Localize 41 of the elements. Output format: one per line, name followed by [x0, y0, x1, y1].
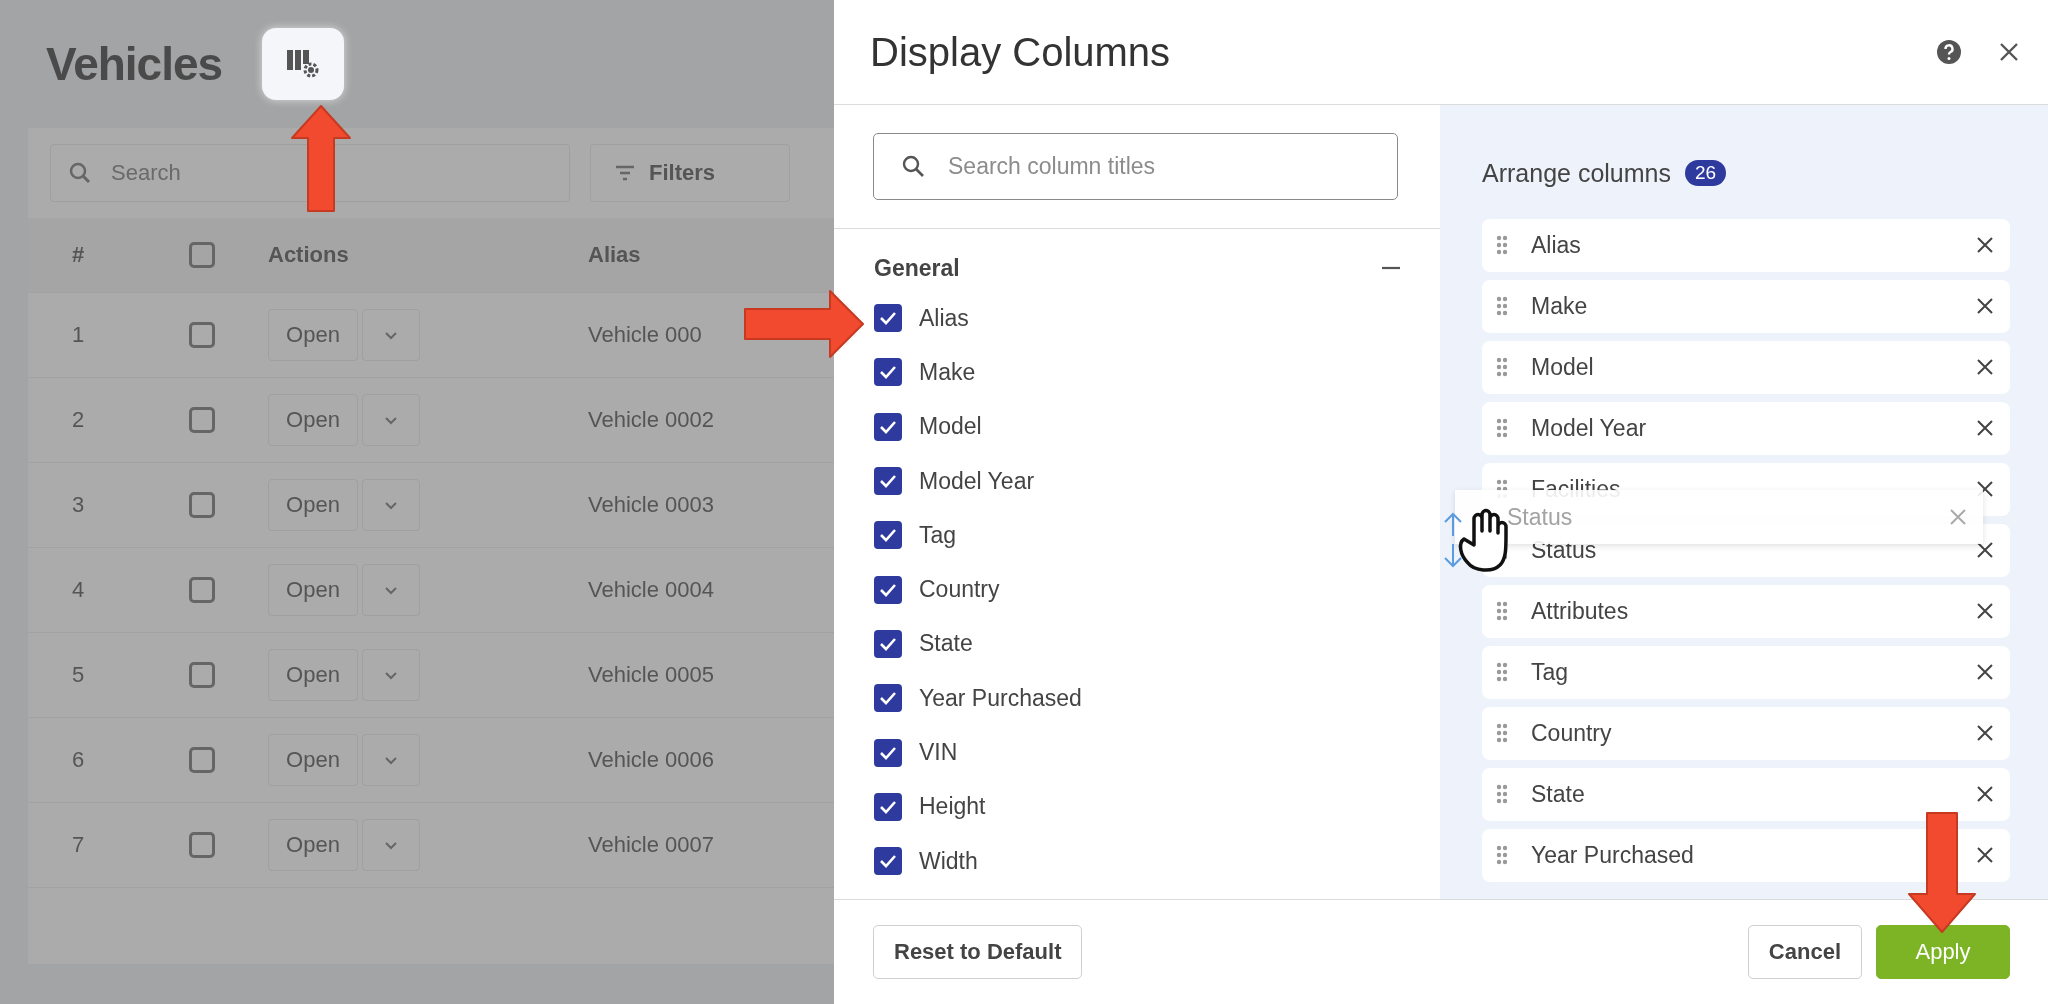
group-title: General: [874, 254, 960, 282]
checkbox-label: Width: [919, 847, 978, 875]
table-cell: Vehicle 0006: [588, 747, 714, 773]
column-label: Model: [1531, 353, 1595, 381]
table-cell-text: 2: [71, 407, 86, 433]
column-label: Country: [1531, 719, 1613, 747]
column-label: Make: [1531, 292, 1589, 320]
column-label: Year Purchased: [1531, 841, 1695, 869]
column-header: Actions: [267, 242, 350, 268]
checkbox-label: Tag: [919, 521, 957, 549]
table-cell: Vehicle 000: [588, 322, 702, 348]
checkbox-label: Country: [919, 576, 1000, 604]
table-cell: Vehicle 0004: [588, 577, 714, 603]
table-cell-text: 3: [71, 492, 86, 518]
checkbox-label: Model: [919, 413, 982, 441]
section-title: Arrange columns: [1482, 158, 1671, 188]
table-cell: Vehicle 0007: [588, 832, 714, 858]
column-header: #: [71, 242, 86, 268]
table-cell-text: 6: [71, 747, 86, 773]
table-cell-text: 4: [71, 577, 86, 603]
column-label: Tag: [1531, 658, 1570, 686]
table-cell-text: 1: [71, 322, 86, 348]
checkbox-label: Model Year: [919, 467, 1035, 495]
count-badge: 26: [1685, 160, 1727, 186]
table-cell: Vehicle 0005: [588, 662, 714, 688]
table-cell: Vehicle 0002: [588, 407, 714, 433]
column-label: Attributes: [1531, 597, 1630, 625]
checkbox-label: Make: [919, 358, 976, 386]
checkbox-label: VIN: [919, 739, 958, 766]
page-title: Vehicles: [46, 37, 223, 91]
dialog-title: Display Columns: [870, 29, 1171, 75]
column-label: Alias: [1531, 231, 1582, 259]
column-label: State: [1531, 780, 1586, 808]
table-cell-text: 7: [71, 832, 86, 858]
column-label: Model Year: [1531, 414, 1648, 442]
checkbox-label: Year Purchased: [919, 684, 1082, 712]
checkbox-label: Height: [919, 793, 986, 821]
table-cell: Vehicle 0003: [588, 492, 714, 518]
checkbox-label: Alias: [919, 304, 969, 332]
table-cell-text: 5: [71, 662, 86, 688]
checkbox-label: State: [919, 630, 973, 658]
